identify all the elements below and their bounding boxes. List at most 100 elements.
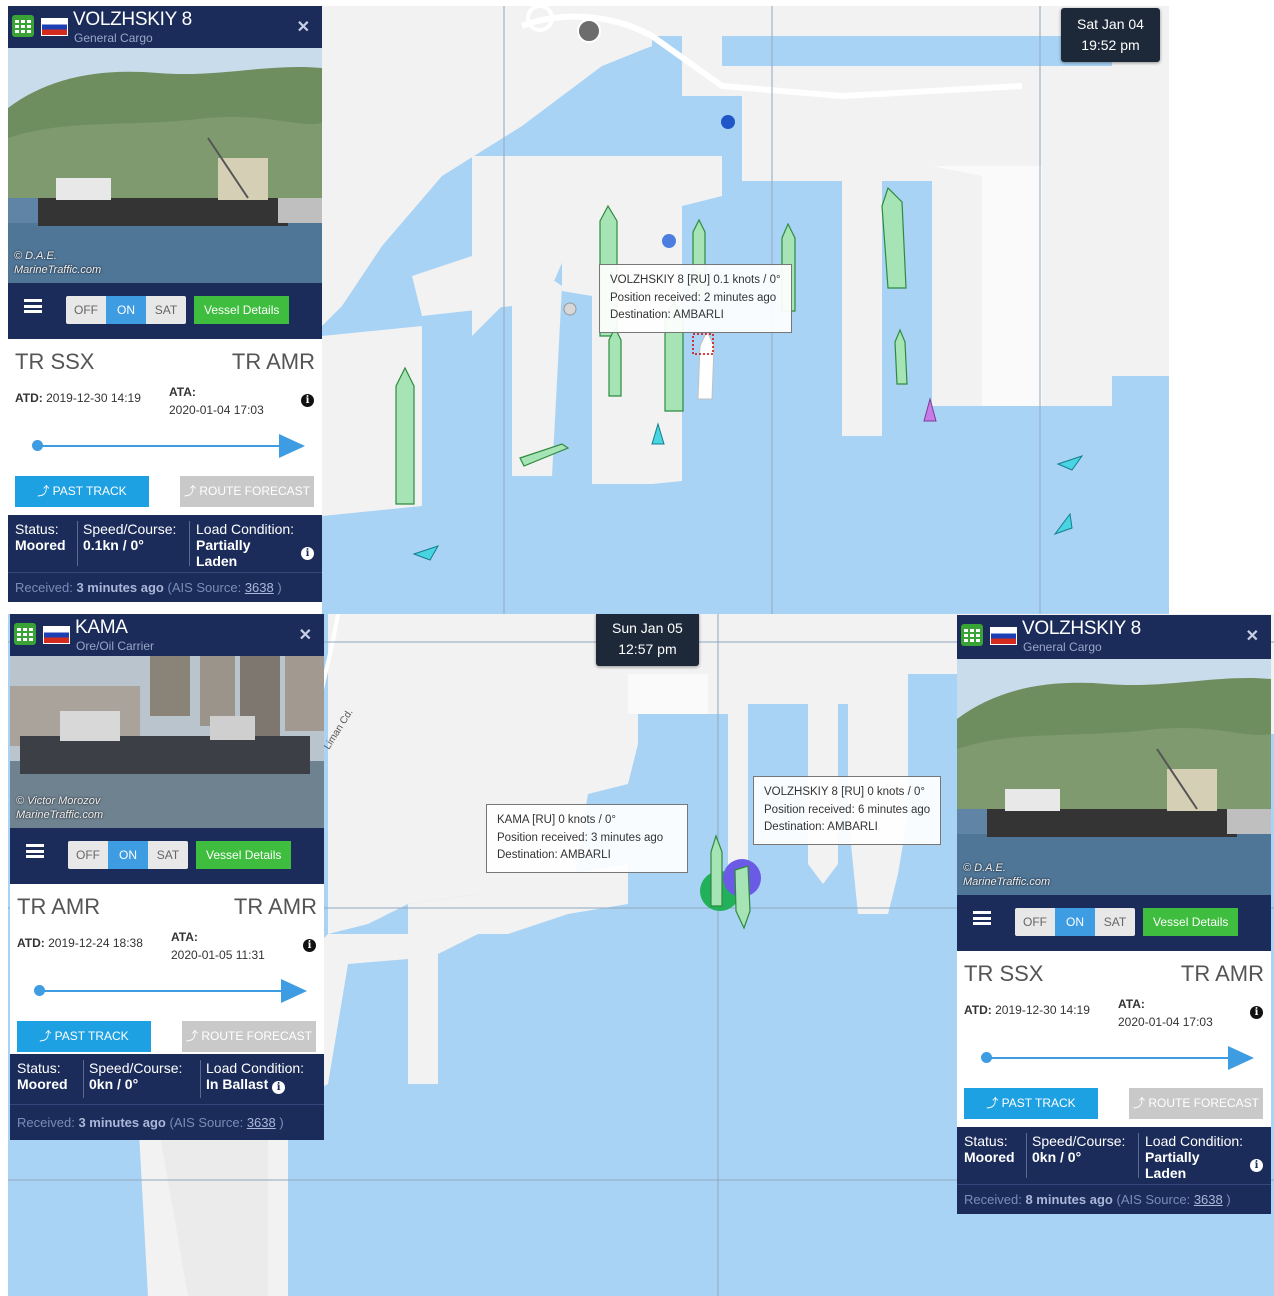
- close-icon[interactable]: ✕: [297, 17, 310, 37]
- vessel-tooltip: VOLZHSKIY 8 [RU] 0.1 knots / 0° Position…: [599, 264, 792, 333]
- toggle-sat[interactable]: SAT: [148, 841, 188, 869]
- divider: [1026, 1133, 1027, 1178]
- voyage-arrow-icon: [1228, 1046, 1254, 1070]
- info-icon[interactable]: i: [301, 547, 314, 560]
- status-label: Status:: [964, 1133, 1008, 1149]
- atd-row: ATD: 2019-12-30 14:19: [964, 1003, 1090, 1017]
- hamburger-menu-icon[interactable]: [24, 299, 42, 313]
- divider: [200, 1060, 201, 1098]
- past-track-button[interactable]: ⤴ PAST TRACK: [17, 1021, 151, 1052]
- vessel-panel-volzhskiy-top: VOLZHSKIY 8 General Cargo ✕ © D.A.E. Mar…: [8, 6, 322, 602]
- speed-label: Speed/Course:: [83, 521, 177, 537]
- tooltip-line: VOLZHSKIY 8 [RU] 0 knots / 0°: [764, 786, 925, 798]
- status-bar: Status: Moored Speed/Course: 0.1kn / 0° Lo…: [8, 515, 322, 572]
- departure-port[interactable]: TR AMR: [17, 894, 100, 920]
- vessel-photo[interactable]: © D.A.E. MarineTraffic.com: [8, 48, 322, 283]
- close-icon[interactable]: ✕: [1246, 626, 1259, 646]
- vessel-photo-image: [957, 659, 1271, 895]
- toggle-sat[interactable]: SAT: [146, 296, 186, 324]
- status-bar: Status: Moored Speed/Course: 0kn / 0° Load…: [10, 1054, 324, 1104]
- panel-header: VOLZHSKIY 8 General Cargo ✕: [8, 6, 322, 48]
- atd-label: ATD:: [15, 391, 43, 405]
- close-icon[interactable]: ✕: [299, 625, 312, 645]
- vessel-photo[interactable]: © D.A.E. MarineTraffic.com: [957, 659, 1271, 895]
- grid-menu-icon[interactable]: [12, 15, 34, 37]
- load-label: Load Condition:: [1145, 1133, 1244, 1149]
- arrival-port[interactable]: TR AMR: [1181, 961, 1264, 987]
- toggle-off[interactable]: OFF: [66, 296, 106, 324]
- panel-header: KAMA Ore/Oil Carrier ✕: [10, 614, 324, 656]
- vessel-photo[interactable]: © Victor Morozov MarineTraffic.com: [10, 656, 324, 828]
- tooltip-line: Destination: AMBARLI: [764, 821, 878, 833]
- route-forecast-button[interactable]: ⤴ ROUTE FORECAST: [180, 476, 314, 507]
- speed-value: 0.1kn / 0°: [83, 537, 144, 553]
- ais-label: (AIS Source:: [167, 580, 242, 595]
- tooltip-line: Position received: 3 minutes ago: [497, 831, 664, 844]
- voyage-progress-line: [986, 1057, 1248, 1059]
- ata-row: ATA: 2020-01-05 11:31: [171, 928, 265, 964]
- toggle-off[interactable]: OFF: [1015, 908, 1055, 936]
- grid-menu-icon[interactable]: [14, 623, 36, 645]
- route-forecast-button[interactable]: ⤴ ROUTE FORECAST: [1129, 1088, 1263, 1119]
- toggle-on[interactable]: ON: [106, 296, 146, 324]
- grid-menu-icon[interactable]: [961, 624, 983, 646]
- hamburger-menu-icon[interactable]: [26, 844, 44, 858]
- layer-toggle[interactable]: OFF ON SAT: [68, 841, 188, 869]
- hamburger-menu-icon[interactable]: [973, 911, 991, 925]
- vessel-details-button[interactable]: Vessel Details: [1143, 908, 1239, 936]
- info-icon[interactable]: i: [1250, 1159, 1263, 1172]
- layer-toggle[interactable]: OFF ON SAT: [1015, 908, 1135, 936]
- received-label: Received:: [17, 1115, 75, 1130]
- timestamp-time: 19:52 pm: [1081, 37, 1140, 53]
- voyage-progress-line: [39, 990, 301, 992]
- toggle-sat[interactable]: SAT: [1095, 908, 1135, 936]
- layer-toggle[interactable]: OFF ON SAT: [66, 296, 186, 324]
- voyage-start-dot: [34, 985, 45, 996]
- load-value: Partially: [196, 537, 251, 553]
- panel-toolbar: OFF ON SAT Vessel Details: [957, 895, 1271, 951]
- load-value: In Ballast: [206, 1076, 269, 1092]
- toggle-on[interactable]: ON: [108, 841, 148, 869]
- photo-credit-author: © D.A.E.: [963, 862, 1006, 874]
- info-icon[interactable]: i: [1250, 1006, 1263, 1019]
- info-icon[interactable]: i: [303, 939, 316, 952]
- voyage-section: TR AMR TR AMR ATD: 2019-12-24 18:38 ATA:…: [10, 884, 324, 1054]
- speed-label: Speed/Course:: [89, 1060, 183, 1076]
- past-track-label: PAST TRACK: [1001, 1096, 1076, 1110]
- load-cell: Load Condition: Partially Laden: [1145, 1133, 1243, 1181]
- arrival-port[interactable]: TR AMR: [232, 349, 315, 375]
- toggle-on[interactable]: ON: [1055, 908, 1095, 936]
- vessel-details-button[interactable]: Vessel Details: [196, 841, 292, 869]
- info-icon[interactable]: i: [301, 394, 314, 407]
- route-forecast-button[interactable]: ⤴ ROUTE FORECAST: [182, 1021, 316, 1052]
- past-track-button[interactable]: ⤴ PAST TRACK: [15, 476, 149, 507]
- past-track-button[interactable]: ⤴ PAST TRACK: [964, 1088, 1098, 1119]
- ais-source-link[interactable]: 3638: [245, 580, 274, 595]
- voyage-section: TR SSX TR AMR ATD: 2019-12-30 14:19 ATA:…: [8, 339, 322, 515]
- received-label: Received:: [964, 1192, 1022, 1207]
- voyage-section: TR SSX TR AMR ATD: 2019-12-30 14:19 ATA:…: [957, 951, 1271, 1127]
- map-top[interactable]: Sat Jan 04 19:52 pm VOLZHSKIY 8 [RU] 0.1…: [322, 6, 1169, 614]
- vessel-photo-image: [8, 48, 322, 283]
- departure-port[interactable]: TR SSX: [15, 349, 94, 375]
- ais-source-link[interactable]: 3638: [1194, 1192, 1223, 1207]
- tooltip-line: Position received: 6 minutes ago: [764, 803, 931, 816]
- info-icon[interactable]: i: [272, 1081, 286, 1094]
- departure-port[interactable]: TR SSX: [964, 961, 1043, 987]
- russia-flag-icon: [990, 627, 1017, 645]
- atd-row: ATD: 2019-12-24 18:38: [17, 936, 143, 950]
- ais-source-link[interactable]: 3638: [247, 1115, 276, 1130]
- load-value-2: Laden: [196, 553, 238, 569]
- tooltip-line: Destination: AMBARLI: [610, 309, 724, 321]
- vessel-type: Ore/Oil Carrier: [76, 639, 155, 653]
- panel-toolbar: OFF ON SAT Vessel Details: [8, 283, 322, 339]
- photo-credit: © D.A.E. MarineTraffic.com: [14, 249, 101, 277]
- toggle-off[interactable]: OFF: [68, 841, 108, 869]
- status-bar: Status: Moored Speed/Course: 0kn / 0° Load…: [957, 1127, 1271, 1184]
- arrival-port[interactable]: TR AMR: [234, 894, 317, 920]
- status-value: Moored: [15, 537, 66, 553]
- vessel-details-button[interactable]: Vessel Details: [194, 296, 290, 324]
- atd-row: ATD: 2019-12-30 14:19: [15, 391, 141, 405]
- voyage-arrow-icon: [281, 979, 307, 1003]
- status-value: Moored: [17, 1076, 68, 1092]
